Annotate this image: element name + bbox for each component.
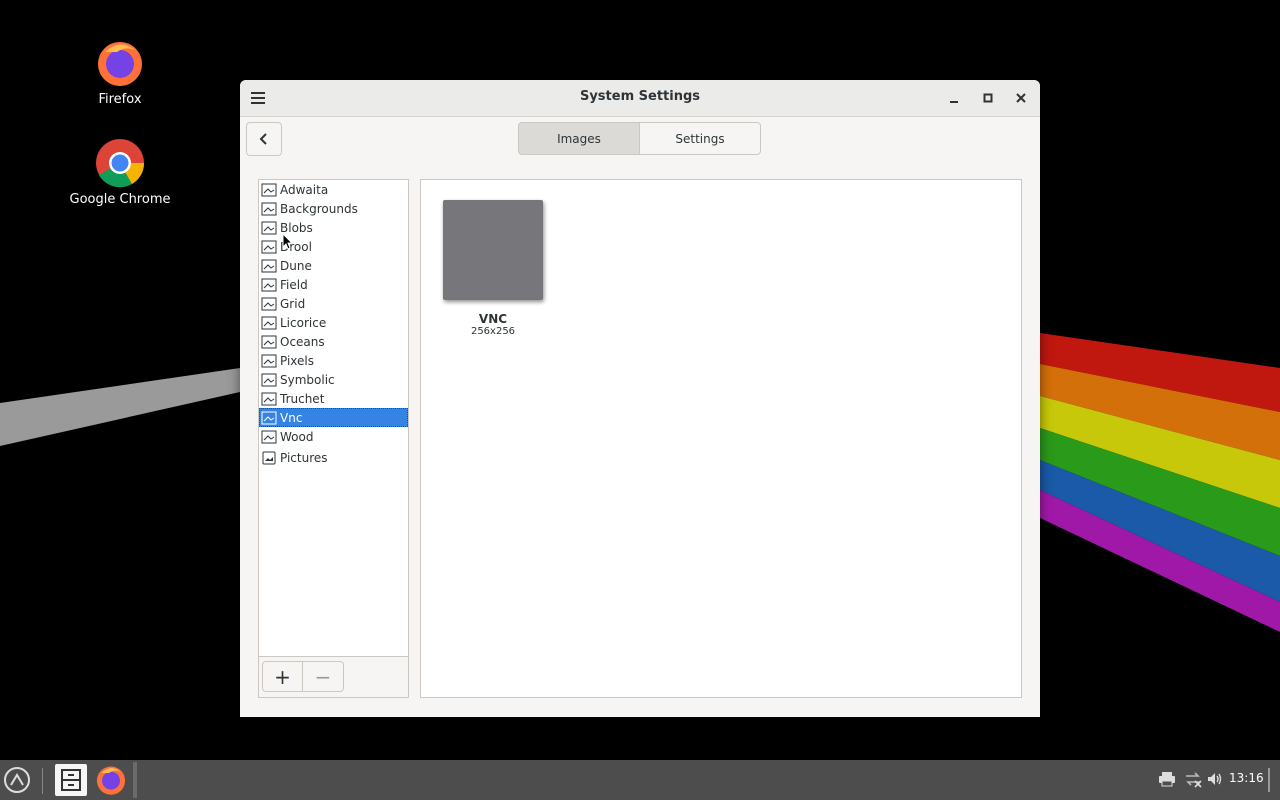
- desktop-icon-firefox[interactable]: Firefox: [65, 38, 175, 107]
- image-folder-icon: [261, 373, 277, 387]
- image-folder-icon: [261, 183, 277, 197]
- desktop-icon-label: Firefox: [98, 92, 142, 107]
- folder-item-dune[interactable]: Dune: [259, 256, 408, 275]
- folder-label: Pixels: [280, 353, 315, 368]
- image-folder-icon: [261, 392, 277, 406]
- printer-icon: [1159, 772, 1175, 787]
- folder-item-symbolic[interactable]: Symbolic: [259, 370, 408, 389]
- folder-item-pictures[interactable]: Pictures: [259, 448, 408, 467]
- folder-label: Wood: [280, 429, 314, 444]
- folder-item-adwaita[interactable]: Adwaita: [259, 180, 408, 199]
- image-folder-icon: [261, 411, 277, 425]
- desktop-icon-chrome[interactable]: Google Chrome: [65, 138, 175, 207]
- image-folder-icon: [261, 240, 277, 254]
- image-name: VNC: [478, 312, 508, 326]
- image-folder-icon: [261, 316, 277, 330]
- add-folder-button[interactable]: +: [262, 661, 303, 692]
- settings-window: System Settings Images Settings Adwaita …: [240, 80, 1040, 717]
- window-title: System Settings: [579, 89, 701, 104]
- volume-icon: [1208, 773, 1222, 785]
- view-switcher: Images Settings: [518, 122, 761, 155]
- taskbar-firefox[interactable]: [95, 764, 127, 800]
- folder-label: Field: [280, 277, 308, 292]
- pictures-folder-icon: [261, 451, 277, 465]
- toolbar: Images Settings: [240, 117, 1040, 167]
- minimize-button[interactable]: [942, 86, 966, 110]
- maximize-icon: [983, 93, 993, 103]
- folder-item-truchet[interactable]: Truchet: [259, 389, 408, 408]
- remove-folder-button[interactable]: −: [303, 661, 344, 692]
- clock[interactable]: 13:16: [1229, 771, 1264, 785]
- mouse-cursor-icon: [282, 233, 294, 250]
- folder-label: Licorice: [280, 315, 327, 330]
- folder-item-pixels[interactable]: Pixels: [259, 351, 408, 370]
- network-tray[interactable]: [1184, 770, 1202, 788]
- taskbar: 13:16: [0, 760, 1280, 800]
- image-folder-icon: [261, 354, 277, 368]
- firefox-icon: [96, 766, 126, 795]
- image-folder-icon: [261, 430, 277, 444]
- maximize-button[interactable]: [976, 86, 1000, 110]
- tab-images[interactable]: Images: [518, 122, 640, 155]
- minimize-icon: [950, 101, 958, 103]
- image-size: 256x256: [470, 326, 516, 337]
- volume-tray[interactable]: [1206, 770, 1224, 788]
- image-thumbnail[interactable]: [443, 200, 543, 300]
- folder-item-vnc[interactable]: Vnc: [259, 408, 408, 427]
- folder-item-oceans[interactable]: Oceans: [259, 332, 408, 351]
- folder-label: Vnc: [280, 410, 303, 425]
- desktop-icon-label: Google Chrome: [69, 192, 171, 207]
- folder-item-field[interactable]: Field: [259, 275, 408, 294]
- close-icon: [1016, 93, 1026, 103]
- sidebar-actions: + −: [259, 656, 408, 697]
- image-folder-icon: [261, 202, 277, 216]
- image-folder-icon: [261, 297, 277, 311]
- folder-item-wood[interactable]: Wood: [259, 427, 408, 446]
- folder-sidebar: Adwaita Backgrounds Blobs Drool Dune Fie…: [258, 179, 409, 698]
- folder-label: Backgrounds: [280, 201, 358, 216]
- image-folder-icon: [261, 221, 277, 235]
- folder-label: Pictures: [280, 450, 328, 465]
- folder-label: Oceans: [280, 334, 325, 349]
- network-disconnected-icon: [1186, 772, 1202, 788]
- folder-label: Adwaita: [280, 182, 329, 197]
- close-button[interactable]: [1009, 86, 1033, 110]
- folder-label: Symbolic: [280, 372, 335, 387]
- firefox-icon: [98, 42, 142, 86]
- tab-settings[interactable]: Settings: [640, 122, 761, 155]
- image-folder-icon: [261, 278, 277, 292]
- image-folder-icon: [261, 335, 277, 349]
- app-menu-icon: [4, 767, 30, 793]
- chrome-icon: [96, 139, 145, 188]
- printer-tray[interactable]: [1158, 770, 1176, 788]
- folder-item-licorice[interactable]: Licorice: [259, 313, 408, 332]
- image-folder-icon: [261, 259, 277, 273]
- folder-item-backgrounds[interactable]: Backgrounds: [259, 199, 408, 218]
- taskbar-handle[interactable]: [133, 762, 137, 798]
- show-desktop-button[interactable]: [1268, 768, 1270, 792]
- chevron-left-icon: [259, 133, 267, 145]
- image-item-vnc[interactable]: VNC 256x256: [441, 200, 545, 337]
- folder-label: Dune: [280, 258, 312, 273]
- app-menu-button[interactable]: [3, 766, 31, 798]
- title-bar[interactable]: System Settings: [240, 80, 1040, 117]
- image-grid: VNC 256x256: [420, 179, 1022, 698]
- folder-item-grid[interactable]: Grid: [259, 294, 408, 313]
- folder-label: Grid: [280, 296, 306, 311]
- back-button[interactable]: [246, 122, 282, 156]
- file-cabinet-icon: [61, 769, 81, 791]
- taskbar-separator: [42, 768, 43, 794]
- folder-list: Adwaita Backgrounds Blobs Drool Dune Fie…: [259, 180, 408, 467]
- taskbar-file-manager[interactable]: [55, 764, 87, 796]
- folder-label: Truchet: [280, 391, 325, 406]
